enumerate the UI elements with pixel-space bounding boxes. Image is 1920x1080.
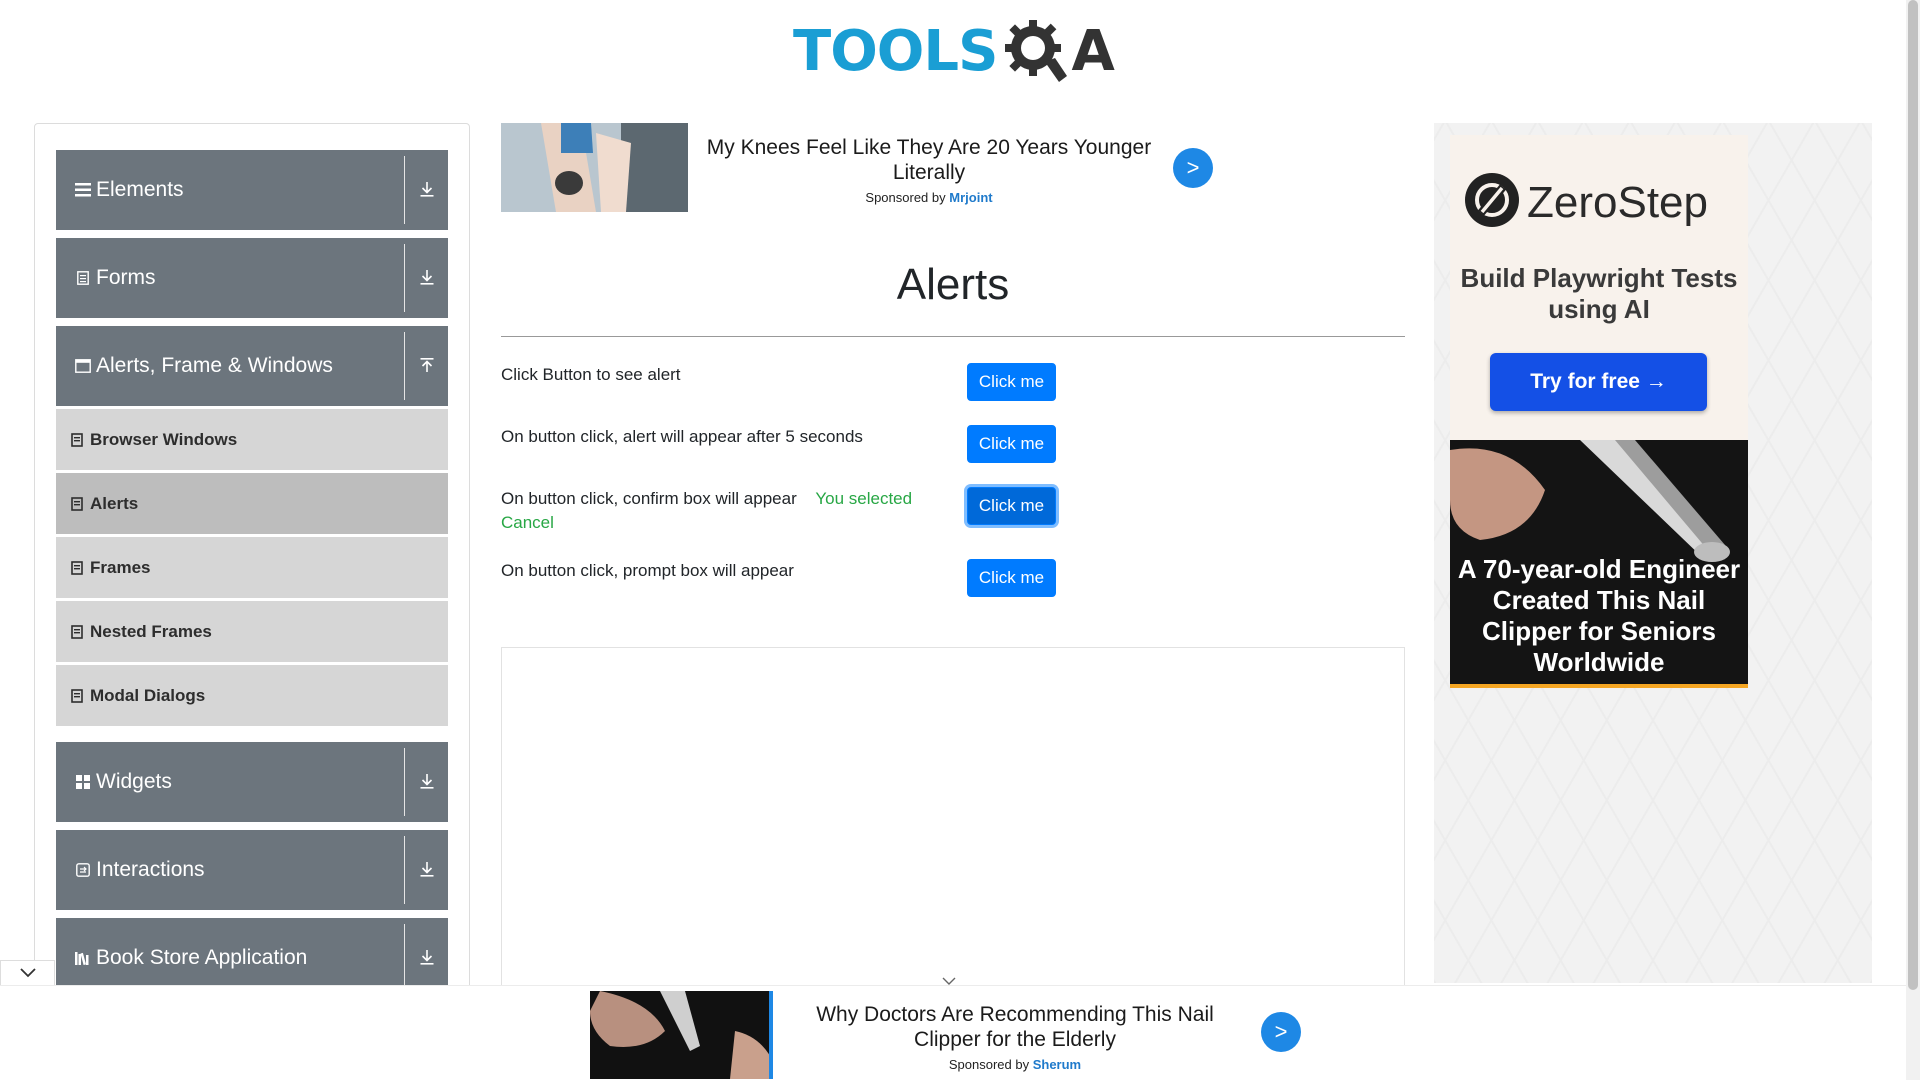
prompt-button[interactable]: Click me [967, 559, 1056, 597]
sponsored-by-label: Sponsored by [948, 1057, 1030, 1072]
group-forms[interactable]: Forms [56, 238, 448, 318]
zerostep-ad[interactable]: ZeroStep Build Playwright Tests using AI… [1450, 135, 1748, 440]
download-arrow-icon[interactable] [416, 770, 438, 792]
right-sidebar-ad: ZeroStep Build Playwright Tests using AI… [1434, 123, 1872, 983]
confirm-result-prefix: You selected [815, 489, 913, 508]
confirm-button[interactable]: Click me [967, 487, 1056, 525]
group-label: Forms [96, 266, 156, 289]
try-for-free-button[interactable]: Try for free → [1490, 353, 1707, 411]
download-arrow-icon[interactable] [416, 178, 438, 200]
ad-frame-placeholder [501, 647, 1405, 987]
upload-arrow-icon[interactable] [416, 354, 438, 376]
separator [404, 924, 405, 992]
scrollbar-thumb[interactable] [1908, 0, 1918, 990]
page-title: Alerts [896, 260, 1010, 309]
group-label: Interactions [96, 858, 205, 881]
group-interactions[interactable]: Interactions [56, 830, 448, 910]
separator [404, 332, 405, 400]
document-icon [74, 269, 92, 287]
alert-button[interactable]: Click me [967, 363, 1056, 401]
bottom-ad-go-button[interactable]: > [1261, 1012, 1301, 1052]
ad-go-label: > [1274, 1019, 1288, 1044]
bottom-ad-image[interactable] [590, 991, 773, 1079]
separator [404, 748, 405, 816]
collapse-ad-toggle[interactable] [0, 960, 55, 987]
confirm-row: On button click, confirm box will appear… [501, 487, 941, 535]
menu-item-label: Frames [90, 557, 151, 577]
page-scrollbar[interactable] [1906, 0, 1920, 1080]
ad-sponsor-line: Sponsored by Mrjoint [704, 190, 1154, 205]
download-arrow-icon[interactable] [416, 858, 438, 880]
left-panel: Elements Forms Alerts, Frame & Windows B… [34, 123, 470, 1003]
menu-item-alerts[interactable]: Alerts [56, 473, 448, 534]
logo-suffix: A [1071, 19, 1115, 84]
gear-magnifier-icon [1001, 14, 1073, 91]
menu-item-label: Browser Windows [90, 429, 238, 449]
bottom-ad-headline[interactable]: Why Doctors Are Recommending This Nail C… [800, 1002, 1230, 1052]
bottom-ad-sponsor-line: Sponsored by Sherum [800, 1057, 1230, 1072]
ad-go-button[interactable]: > [1173, 148, 1213, 188]
nail-clipper-ad[interactable]: A 70-year-old Engineer Created This Nail… [1450, 440, 1748, 688]
group-widgets[interactable]: Widgets [56, 742, 448, 822]
group-label: Book Store Application [96, 946, 308, 969]
zerostep-icon [1465, 173, 1519, 232]
separator [404, 156, 405, 224]
item-icon [71, 432, 85, 447]
grid-icon [74, 773, 92, 791]
menu-item-nested-frames[interactable]: Nested Frames [56, 601, 448, 662]
group-label: Alerts, Frame & Windows [96, 354, 333, 377]
menu-item-label: Modal Dialogs [90, 685, 206, 705]
group-elements[interactable]: Elements [56, 150, 448, 230]
chevron-down-icon [19, 965, 36, 983]
ad-go-label: > [1186, 155, 1200, 180]
zerostep-brand: ZeroStep [1527, 177, 1708, 227]
menu-item-label: Alerts [90, 493, 139, 513]
group-label: Elements [96, 178, 184, 201]
interaction-icon [74, 861, 92, 879]
books-icon [74, 949, 92, 967]
ad-headline[interactable]: My Knees Feel Like They Are 20 Years You… [704, 135, 1154, 185]
sponsor-name[interactable]: Sherum [1033, 1057, 1081, 1072]
bottom-sticky-ad[interactable]: Why Doctors Are Recommending This Nail C… [0, 985, 1906, 1080]
group-label: Widgets [96, 770, 172, 793]
sponsor-name[interactable]: Mrjoint [949, 190, 992, 205]
title-divider [501, 336, 1405, 337]
zerostep-logo: ZeroStep [1465, 173, 1708, 232]
alert-row-text: Click Button to see alert [501, 365, 681, 384]
prompt-row-text: On button click, prompt box will appear [501, 561, 794, 580]
top-sponsored-ad[interactable]: My Knees Feel Like They Are 20 Years You… [501, 123, 1216, 213]
hamburger-icon [74, 181, 92, 199]
confirm-row-text: On button click, confirm box will appear [501, 489, 797, 508]
confirm-result-value: Cancel [501, 513, 554, 532]
sponsored-by-label: Sponsored by [865, 190, 946, 205]
item-icon [71, 496, 85, 511]
timer-alert-row-text: On button click, alert will appear after… [501, 427, 863, 446]
knee-ad-image[interactable] [501, 123, 688, 212]
menu-item-frames[interactable]: Frames [56, 537, 448, 598]
group-alerts-frame-windows[interactable]: Alerts, Frame & Windows [56, 326, 448, 406]
menu-item-modal-dialogs[interactable]: Modal Dialogs [56, 665, 448, 726]
timer-alert-button[interactable]: Click me [967, 425, 1056, 463]
item-icon [71, 688, 85, 703]
download-arrow-icon[interactable] [416, 266, 438, 288]
toolsqa-logo[interactable]: TOOLS A [793, 14, 1115, 90]
menu-item-label: Nested Frames [90, 621, 212, 641]
menu-item-browser-windows[interactable]: Browser Windows [56, 409, 448, 470]
item-icon [71, 560, 85, 575]
nail-ad-headline: A 70-year-old Engineer Created This Nail… [1457, 554, 1741, 677]
zerostep-tagline: Build Playwright Tests using AI [1460, 263, 1738, 324]
logo-text: TOOLS [793, 19, 998, 84]
item-icon [71, 624, 85, 639]
separator [404, 836, 405, 904]
download-arrow-icon[interactable] [416, 946, 438, 968]
window-icon [74, 357, 92, 375]
separator [404, 244, 405, 312]
